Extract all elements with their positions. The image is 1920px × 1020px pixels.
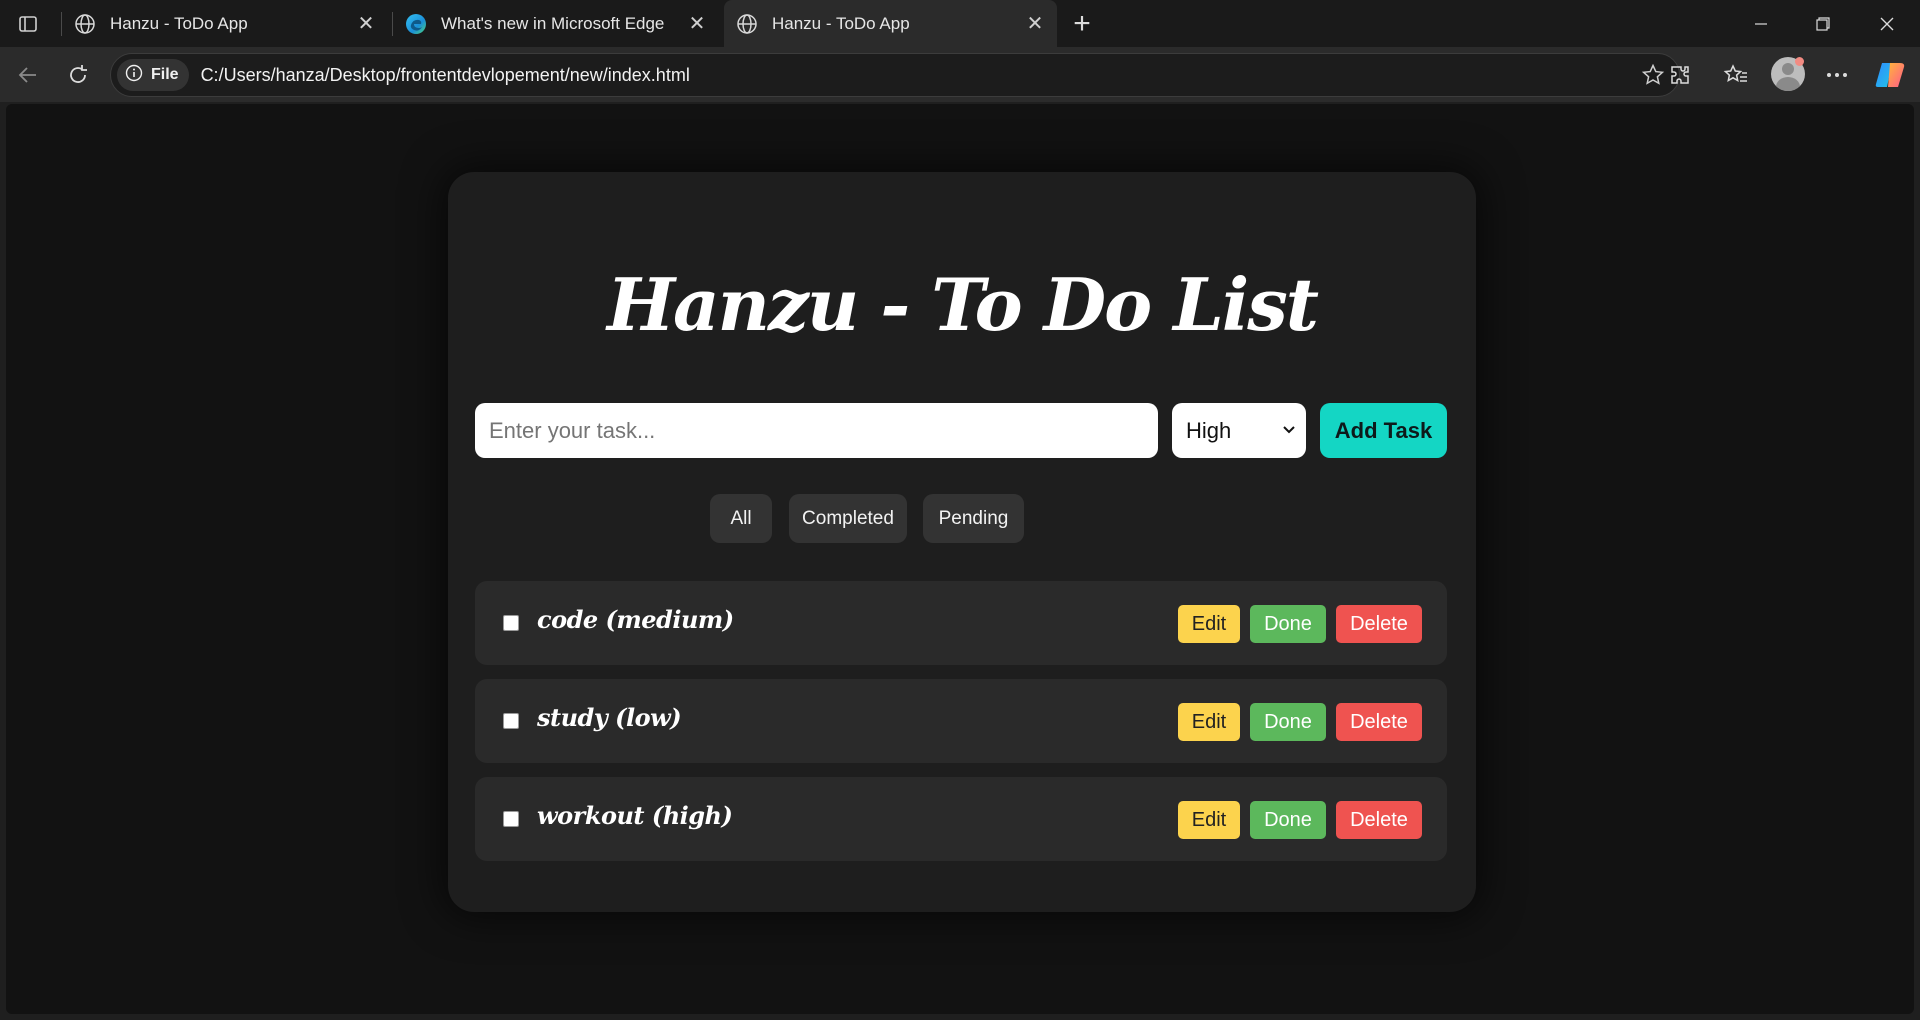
tab-title: What's new in Microsoft Edge [441,13,665,33]
edit-button[interactable]: Edit [1178,703,1240,741]
more-options-icon[interactable] [1821,59,1853,91]
task-checkbox[interactable] [503,811,519,827]
close-icon[interactable]: ✕ [685,12,709,36]
restore-icon[interactable] [1792,0,1854,47]
copilot-icon[interactable] [1874,59,1908,91]
priority-selected-value: High [1186,417,1232,443]
globe-icon [736,13,758,35]
page-viewport: Hanzu - To Do List High Add Task All Com… [6,104,1914,1014]
favorite-star-icon[interactable] [1641,63,1665,92]
minimize-icon[interactable] [1730,0,1792,47]
refresh-icon[interactable] [62,59,94,91]
tab-title: Hanzu - ToDo App [772,13,910,33]
tab-actions-icon[interactable] [14,10,42,38]
done-button[interactable]: Done [1250,801,1326,839]
new-tab-icon[interactable]: + [1066,7,1098,40]
tab-hanzu-1[interactable]: Hanzu - ToDo App ✕ [62,0,388,47]
edge-icon [405,13,427,35]
close-icon[interactable]: ✕ [1023,12,1047,36]
info-icon [125,64,143,87]
tab-title: Hanzu - ToDo App [110,13,248,33]
url-bar[interactable]: File C:/Users/hanza/Desktop/frontentdevl… [110,53,1680,97]
globe-icon [74,13,96,35]
add-task-button[interactable]: Add Task [1320,403,1447,458]
edit-button[interactable]: Edit [1178,801,1240,839]
tab-strip: Hanzu - ToDo App ✕ What's new in Microso… [0,0,1920,47]
task-text: workout (high) [537,801,733,830]
delete-button[interactable]: Delete [1336,605,1422,643]
task-item: code (medium) Edit Done Delete [475,581,1447,665]
task-checkbox[interactable] [503,615,519,631]
task-text: code (medium) [537,605,734,634]
back-icon[interactable] [12,59,44,91]
chevron-down-icon [1282,420,1296,446]
page-title: Hanzu - To Do List [607,262,1319,347]
delete-button[interactable]: Delete [1336,801,1422,839]
priority-select[interactable]: High [1172,403,1306,458]
address-bar: File C:/Users/hanza/Desktop/frontentdevl… [0,47,1920,102]
task-text: study (low) [537,703,682,732]
task-item: workout (high) Edit Done Delete [475,777,1447,861]
extensions-icon[interactable] [1664,59,1696,91]
url-text[interactable]: C:/Users/hanza/Desktop/frontentdevlopeme… [201,65,690,86]
done-button[interactable]: Done [1250,605,1326,643]
filter-all-button[interactable]: All [710,494,772,543]
delete-button[interactable]: Delete [1336,703,1422,741]
filter-completed-button[interactable]: Completed [789,494,907,543]
site-info-label: File [151,66,179,83]
task-item: study (low) Edit Done Delete [475,679,1447,763]
tab-edge-whats-new[interactable]: What's new in Microsoft Edge ✕ [393,0,719,47]
favorites-icon[interactable] [1720,59,1752,91]
filter-pending-button[interactable]: Pending [923,494,1024,543]
close-window-icon[interactable] [1856,0,1918,47]
tab-hanzu-active[interactable]: Hanzu - ToDo App ✕ [724,0,1057,47]
task-input[interactable] [475,403,1158,458]
task-checkbox[interactable] [503,713,519,729]
done-button[interactable]: Done [1250,703,1326,741]
edit-button[interactable]: Edit [1178,605,1240,643]
site-info-button[interactable]: File [117,59,189,91]
notification-dot [1795,57,1804,66]
close-icon[interactable]: ✕ [354,12,378,36]
todo-card: Hanzu - To Do List High Add Task All Com… [448,172,1476,912]
